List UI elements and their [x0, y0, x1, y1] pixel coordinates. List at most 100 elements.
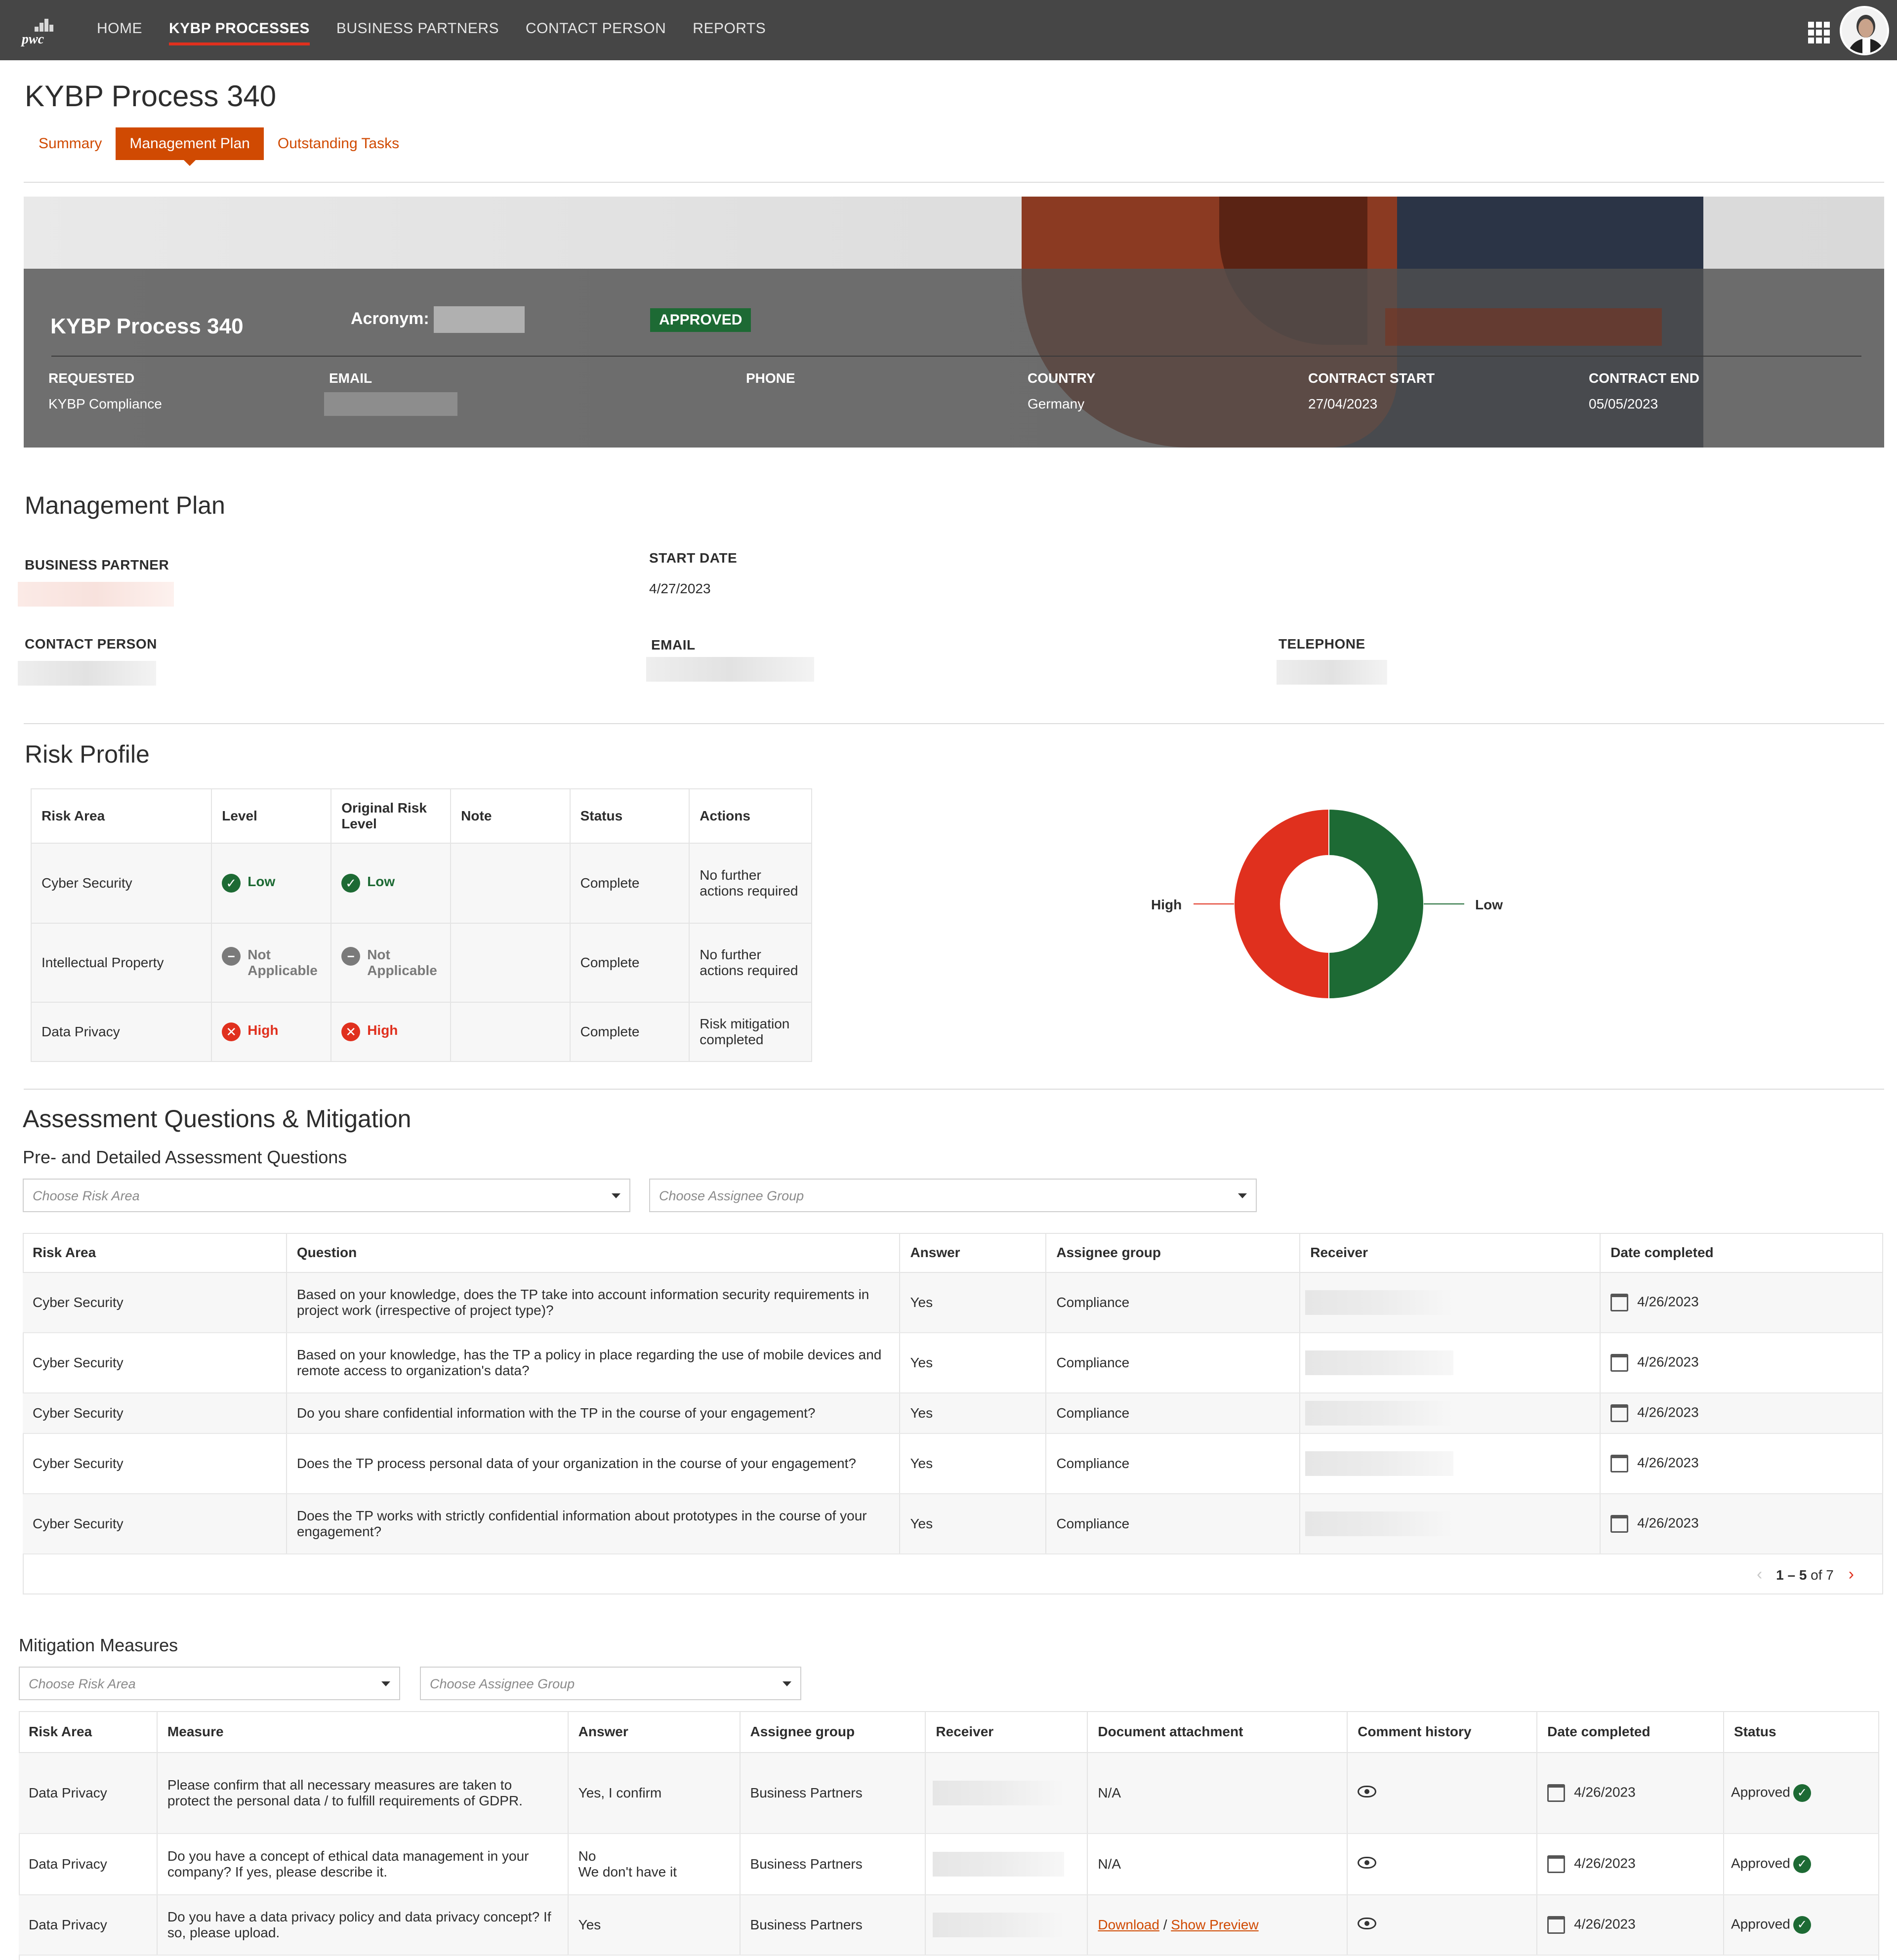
donut-slice-low[interactable] [1328, 808, 1424, 1000]
col-measure: Measure [157, 1711, 569, 1753]
level-low: ✓ Low [222, 874, 275, 893]
chevron-right-icon[interactable]: › [1849, 1565, 1854, 1584]
check-circle-icon: ✓ [1793, 1784, 1811, 1802]
receiver-redacted [1305, 1401, 1454, 1426]
nav-kybp-processes[interactable]: KYBP PROCESSES [169, 0, 310, 60]
note-cell [450, 1002, 571, 1062]
acronym-redacted-value [434, 306, 525, 333]
measure-cell: Do you have a concept of ethical data ma… [157, 1834, 569, 1895]
receiver-redacted [933, 1852, 1065, 1877]
contract-start-label: CONTRACT START [1308, 370, 1435, 386]
col-level: Level [211, 788, 332, 844]
col-risk-area: Risk Area [30, 788, 212, 844]
tab-outstanding-tasks[interactable]: Outstanding Tasks [264, 127, 413, 160]
risk-area-cell: Cyber Security [30, 843, 212, 924]
assignee-group-cell: Compliance [1046, 1333, 1301, 1393]
risk-area-select[interactable]: Choose Risk Area [23, 1179, 630, 1212]
date-completed-cell: 4/26/2023 [1637, 1515, 1699, 1531]
attachment-cell: Download / Show Preview [1087, 1895, 1348, 1956]
assessment-title: Assessment Questions & Mitigation [23, 1105, 412, 1133]
plan-email-label: EMAIL [651, 637, 696, 653]
email-label: EMAIL [329, 370, 372, 386]
date-completed-cell: 4/26/2023 [1637, 1354, 1699, 1370]
col-comment-history: Comment history [1347, 1711, 1538, 1753]
email-redacted-value [324, 392, 457, 416]
tab-summary[interactable]: Summary [25, 127, 116, 160]
date-completed-cell: 4/26/2023 [1574, 1916, 1636, 1932]
col-date-completed: Date completed [1537, 1711, 1725, 1753]
table-row[interactable]: Cyber Security Do you share confidential… [23, 1393, 1883, 1434]
assignee-group-cell: Compliance [1046, 1494, 1301, 1554]
hero-info-band [24, 269, 1884, 448]
start-date-label: START DATE [649, 550, 738, 566]
original-level-low: ✓ Low [341, 874, 395, 893]
user-avatar[interactable] [1840, 6, 1889, 55]
acronym-label: Acronym: [351, 309, 429, 328]
check-circle-icon: ✓ [222, 874, 241, 893]
eye-icon[interactable] [1358, 1857, 1377, 1869]
assignee-group-select-placeholder: Choose Assignee Group [659, 1188, 804, 1203]
app-launcher-grid-icon[interactable] [1808, 22, 1830, 43]
note-cell [450, 843, 571, 924]
question-cell: Based on your knowledge, has the TP a po… [286, 1333, 901, 1393]
table-row[interactable]: Cyber Security Based on your knowledge, … [23, 1333, 1883, 1393]
calendar-icon [1610, 1294, 1629, 1311]
section-divider [24, 1089, 1884, 1090]
business-partner-label: BUSINESS PARTNER [25, 557, 169, 572]
status-cell: Approved [1731, 1784, 1790, 1800]
contact-person-label: CONTACT PERSON [25, 636, 157, 652]
download-link[interactable]: Download [1098, 1917, 1159, 1932]
chevron-down-icon [1238, 1193, 1247, 1198]
question-cell: Does the TP process personal data of you… [286, 1433, 901, 1494]
assignee-group-cell: Business Partners [740, 1834, 926, 1895]
management-plan-title: Management Plan [25, 491, 225, 519]
requested-label: REQUESTED [48, 370, 135, 386]
telephone-redacted-value [1277, 660, 1387, 685]
eye-icon[interactable] [1358, 1786, 1377, 1797]
x-circle-icon: ✕ [341, 1022, 361, 1041]
col-risk-area: Risk Area [19, 1711, 158, 1753]
nav-home[interactable]: HOME [97, 0, 142, 60]
nav-business-partners[interactable]: BUSINESS PARTNERS [336, 0, 499, 60]
answer-cell: Yes, I confirm [568, 1753, 741, 1834]
status-cell: Complete [569, 1002, 690, 1062]
original-level-not-applicable: − Not Applicable [341, 947, 440, 979]
check-circle-icon: ✓ [1793, 1916, 1811, 1934]
pwc-logo[interactable]: pwc [20, 14, 60, 48]
eye-icon[interactable] [1358, 1918, 1377, 1929]
table-row[interactable]: Cyber Security Does the TP works with st… [23, 1494, 1883, 1554]
nav-contact-person[interactable]: CONTACT PERSON [526, 0, 666, 60]
assignee-group-select[interactable]: Choose Assignee Group [649, 1179, 1257, 1212]
contract-start-value: 27/04/2023 [1308, 396, 1378, 411]
chevron-left-icon[interactable]: ‹ [1757, 1565, 1762, 1584]
mitigation-assignee-group-select[interactable]: Choose Assignee Group [420, 1667, 801, 1700]
assignee-group-cell: Business Partners [740, 1895, 926, 1956]
table-row[interactable]: Data Privacy Do you have a concept of et… [19, 1834, 1879, 1895]
donut-slice-high[interactable] [1234, 808, 1329, 1000]
telephone-label: TELEPHONE [1278, 636, 1365, 652]
answer-cell: Yes [900, 1393, 1047, 1434]
mitigation-risk-area-select[interactable]: Choose Risk Area [19, 1667, 400, 1700]
table-row: Data Privacy ✕ High ✕ High Complete Risk m… [30, 1002, 812, 1062]
mitigation-measures-table: Risk Area Measure Answer Assignee group … [19, 1711, 1879, 1956]
col-assignee-group: Assignee group [1046, 1233, 1301, 1273]
plan-email-redacted-value [646, 657, 814, 682]
receiver-redacted [933, 1781, 1065, 1805]
table-row[interactable]: Cyber Security Based on your knowledge, … [23, 1272, 1883, 1333]
assignee-group-cell: Business Partners [740, 1753, 926, 1834]
table-row[interactable]: Cyber Security Does the TP process perso… [23, 1433, 1883, 1494]
col-status: Status [1724, 1711, 1879, 1753]
tab-management-plan[interactable]: Management Plan [116, 127, 264, 166]
measure-cell: Please confirm that all necessary measur… [157, 1753, 569, 1834]
assignee-group-cell: Compliance [1046, 1433, 1301, 1494]
risk-donut-chart: High Low [1136, 800, 1541, 1008]
table-row[interactable]: Data Privacy Please confirm that all nec… [19, 1753, 1879, 1834]
col-date-completed: Date completed [1600, 1233, 1883, 1273]
pagination: ‹ 1 – 5 of 7 › [1757, 1565, 1854, 1584]
date-completed-cell: 4/26/2023 [1637, 1455, 1699, 1470]
contract-end-value: 05/05/2023 [1589, 396, 1658, 411]
table-row[interactable]: Data Privacy Do you have a data privacy … [19, 1895, 1879, 1956]
check-circle-icon: ✓ [341, 874, 361, 893]
nav-reports[interactable]: REPORTS [693, 0, 766, 60]
show-preview-link[interactable]: Show Preview [1171, 1917, 1258, 1932]
